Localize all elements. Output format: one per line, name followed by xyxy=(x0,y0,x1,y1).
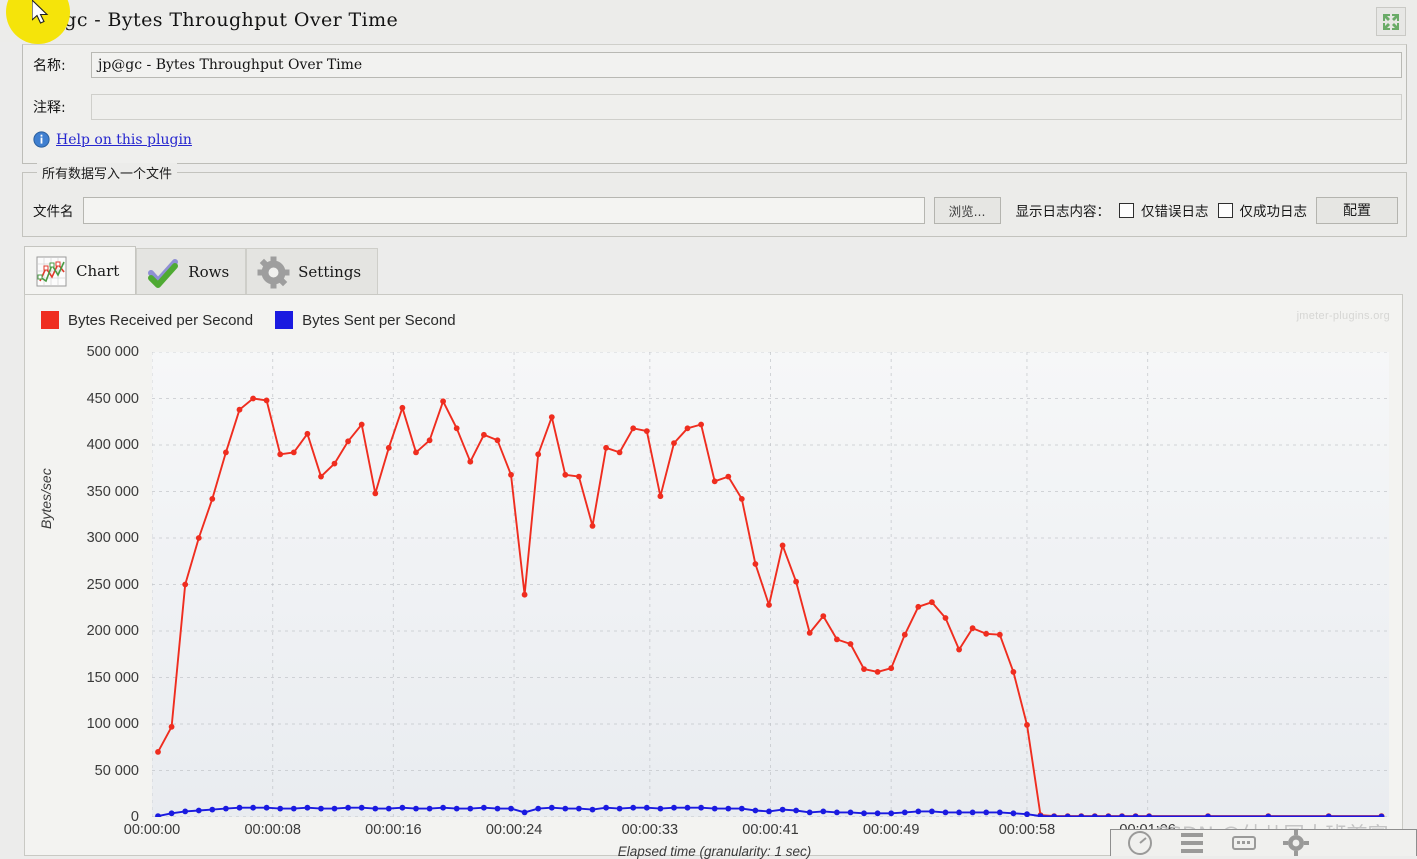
comment-label: 注释: xyxy=(33,100,66,116)
errors-only-checkbox[interactable]: 仅错误日志 xyxy=(1119,200,1209,220)
y-tick-label: 400 000 xyxy=(86,437,139,453)
write-all-data-to-file-group: 所有数据写入一个文件 文件名 浏览... 显示日志内容： 仅错误日志 仅成功日志… xyxy=(22,163,1407,237)
browse-button[interactable]: 浏览... xyxy=(933,196,1001,224)
x-tick-label: 00:00:33 xyxy=(621,822,679,838)
write-all-data-to-file-legend: 所有数据写入一个文件 xyxy=(37,163,178,182)
tab-settings-label: Settings xyxy=(298,263,362,281)
file-controls-row: 文件名 浏览... 显示日志内容： 仅错误日志 仅成功日志 配置 xyxy=(33,195,1398,225)
checkbox-box[interactable] xyxy=(1217,202,1233,218)
y-tick-label: 200 000 xyxy=(86,623,139,639)
name-input[interactable]: jp@gc - Bytes Throughput Over Time xyxy=(91,52,1402,78)
help-on-this-plugin-link[interactable]: Help on this plugin xyxy=(56,132,192,148)
configure-button[interactable]: 配置 xyxy=(1316,196,1398,224)
x-tick-label: 00:00:08 xyxy=(244,822,301,838)
errors-only-label: 仅错误日志 xyxy=(1141,204,1209,220)
plot-wrapper: Bytes/sec 0 50 000 100 000 150 000 200 000 25… xyxy=(25,295,1404,859)
y-tick-label: 250 000 xyxy=(86,576,139,593)
x-tick-label: 00:00:24 xyxy=(485,822,543,838)
jmeter-bytes-throughput-window: jp@gc - Bytes Throughput Over Time 名称: j… xyxy=(0,0,1417,859)
tab-rows-label: Rows xyxy=(188,263,230,281)
x-tick-label: 00:00:41 xyxy=(742,822,799,838)
comment-row: 注释: xyxy=(23,92,1406,122)
successes-only-label: 仅成功日志 xyxy=(1239,204,1308,220)
tab-chart-label: Chart xyxy=(76,262,120,280)
x-tick-label: 00:00:00 xyxy=(123,822,181,838)
tab-rows[interactable]: Rows xyxy=(136,248,247,295)
successes-only-checkbox[interactable]: 仅成功日志 xyxy=(1217,200,1308,220)
y-tick-label: 100 000 xyxy=(86,716,139,732)
filename-input[interactable] xyxy=(82,196,925,224)
chart-panel: Bytes Received per Second Bytes Sent per… xyxy=(24,294,1404,859)
tab-bar: Chart Rows Settings xyxy=(24,246,379,295)
y-tick-label: 350 000 xyxy=(86,483,139,500)
y-axis-ticks: 0 50 000 100 000 150 000 200 000 250 000 300 0… xyxy=(47,295,139,857)
y-tick-label: 150 000 xyxy=(86,669,139,686)
keyboard-icon[interactable] xyxy=(1231,830,1257,856)
grid-icon[interactable] xyxy=(1179,830,1205,856)
speedometer-icon[interactable] xyxy=(1127,830,1153,856)
x-tick-label: 00:00:58 xyxy=(998,822,1056,838)
comment-input[interactable] xyxy=(91,94,1402,120)
y-tick-label: 500 000 xyxy=(86,344,139,360)
help-row: Help on this plugin xyxy=(33,131,192,148)
window-titlebar: jp@gc - Bytes Throughput Over Time xyxy=(0,0,1417,42)
y-tick-label: 450 000 xyxy=(86,390,139,407)
expand-icon[interactable] xyxy=(1376,7,1406,36)
y-tick-label: 300 000 xyxy=(86,530,139,546)
taskbar-overlay xyxy=(1110,829,1417,856)
info-icon xyxy=(33,131,50,148)
name-label: 名称: xyxy=(33,58,66,74)
y-tick-label: 50 000 xyxy=(94,762,139,779)
gear-icon[interactable] xyxy=(1283,830,1309,856)
gear-icon xyxy=(257,256,290,289)
properties-panel: 名称: jp@gc - Bytes Throughput Over Time 注… xyxy=(22,44,1407,164)
checkbox-box[interactable] xyxy=(1119,202,1134,218)
name-row: 名称: jp@gc - Bytes Throughput Over Time xyxy=(23,50,1406,80)
plot-area[interactable] xyxy=(152,352,1389,817)
chart-icon xyxy=(35,255,68,288)
x-tick-label: 00:00:49 xyxy=(862,822,920,838)
log-content-label: 显示日志内容： xyxy=(1015,204,1111,220)
tab-settings[interactable]: Settings xyxy=(246,248,379,295)
checkmark-icon xyxy=(147,256,180,289)
tab-chart[interactable]: Chart xyxy=(24,246,137,295)
x-tick-label: 00:00:16 xyxy=(365,822,422,838)
filename-label: 文件名 xyxy=(33,204,74,220)
window-title: jp@gc - Bytes Throughput Over Time xyxy=(26,9,399,31)
